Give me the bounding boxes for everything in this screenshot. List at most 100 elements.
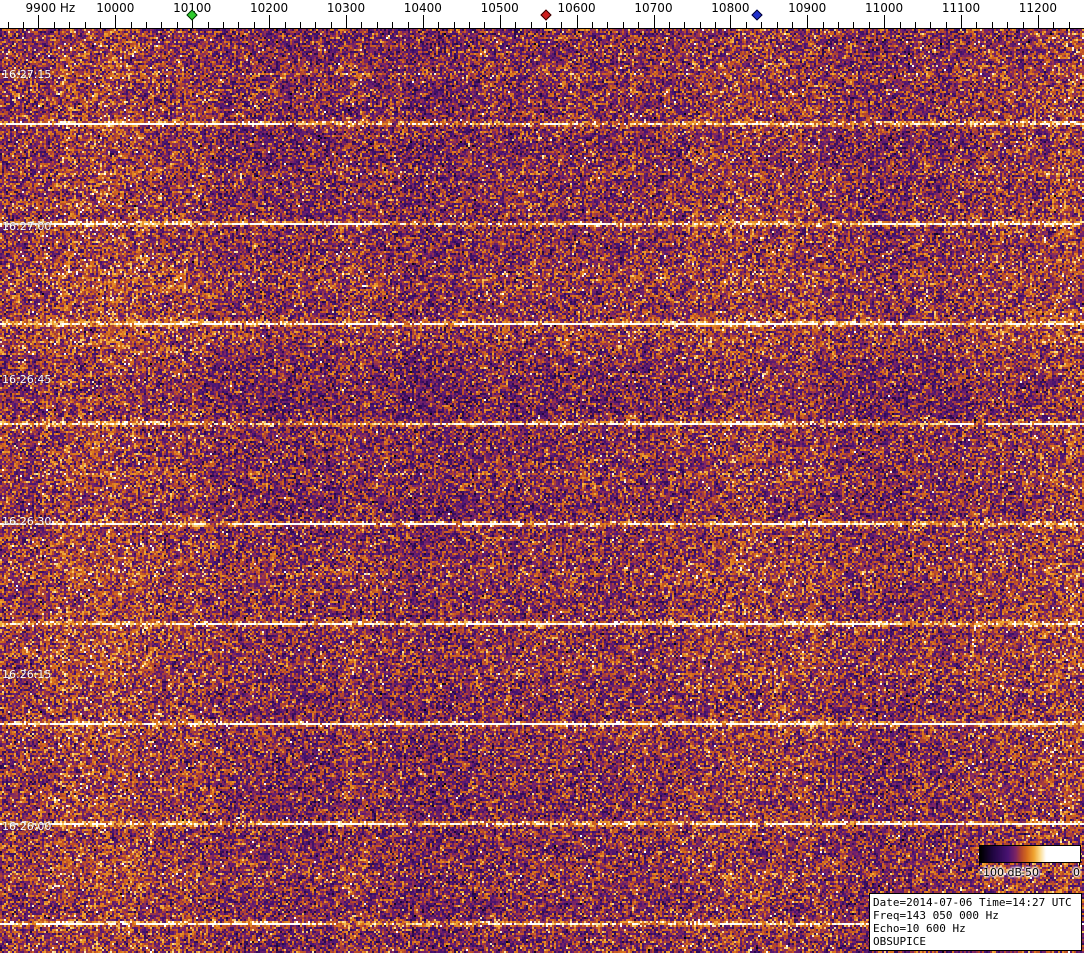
freq-tick-minor [1053,22,1055,28]
freq-tick-minor [223,22,224,28]
freq-tick-major [1037,15,1039,28]
freq-tick-minor [407,22,409,28]
freq-tick-minor [822,22,824,28]
freq-tick-minor [561,22,563,28]
freq-tick-minor [868,22,870,28]
info-line-freq: Freq=143 050 000 Hz [873,909,999,922]
freq-tick-label: 10700 [634,1,673,15]
freq-tick-minor [484,22,486,28]
freq-tick-minor [592,22,593,28]
freq-tick-minor [53,22,55,28]
freq-tick-minor [130,22,132,28]
freq-tick-major [961,15,962,28]
colorbar-label-min: -100 dB [979,866,1022,879]
freq-tick-minor [376,22,378,28]
freq-tick-minor [69,22,71,28]
freq-tick-minor [699,22,701,28]
freq-tick-label: 10500 [480,1,519,15]
freq-tick-major [499,15,501,28]
colorbar-labels: -100 dB -50 0 [979,866,1081,879]
freq-tick-label: 11000 [865,1,904,15]
freq-tick-minor [853,22,855,28]
freq-tick-minor [930,22,932,28]
freq-tick-label: 10200 [250,1,289,15]
info-line-echo: Echo=10 600 Hz [873,922,966,935]
freq-tick-minor [161,22,163,28]
freq-tick-minor [1068,22,1070,28]
freq-tick-minor [668,22,670,28]
freq-tick-minor [253,22,255,28]
frequency-axis: 9900 Hz 10000 10100 10200 10300 10400 10500 106… [0,0,1084,29]
freq-tick-minor [607,22,609,28]
freq-tick-minor [914,22,916,28]
freq-tick-label: 11200 [1018,1,1057,15]
time-label: 16:26:00 [2,820,52,833]
freq-tick-minor [99,22,101,28]
freq-tick-minor [776,22,778,28]
colorbar-label-max: 0 [1073,866,1080,879]
freq-tick-minor [23,22,25,28]
freq-tick-label: 10300 [326,1,366,15]
freq-tick-minor [1007,22,1009,28]
freq-tick-minor [299,22,301,28]
colorbar-label-mid: -50 [1021,866,1039,879]
freq-tick-minor [207,22,209,28]
freq-tick-minor [7,22,9,28]
freq-tick-minor [715,22,716,28]
time-label: 16:27:00 [2,220,52,233]
freq-tick-minor [838,22,839,28]
info-line-station: OBSUPICE [873,935,926,948]
observation-info-box: Date=2014-07-06 Time=14:27 UTC Freq=143 … [869,893,1082,951]
freq-tick-minor [745,22,747,28]
freq-tick-major [422,15,424,28]
freq-tick-minor [991,22,993,28]
freq-tick-minor [684,22,686,28]
freq-tick-label: 10000 [96,1,135,15]
info-line-date: Date=2014-07-06 Time=14:27 UTC [873,896,1072,909]
blue-marker[interactable] [751,9,763,21]
freq-tick-minor [284,22,286,28]
time-label: 16:26:30 [2,515,52,528]
freq-tick-minor [392,22,394,28]
freq-tick-minor [453,22,455,28]
freq-tick-major [730,15,732,28]
freq-tick-minor [330,22,332,28]
freq-tick-minor [976,22,978,28]
freq-tick-label: 10900 [788,1,827,15]
freq-tick-major [115,15,117,28]
freq-tick-major [38,15,40,28]
time-label: 16:26:45 [2,373,52,386]
freq-tick-minor [361,22,363,28]
time-label: 16:26:15 [2,668,52,681]
freq-tick-label: 9900 Hz [25,1,76,15]
freq-tick-minor [146,22,148,28]
freq-tick-minor [438,22,440,28]
colorbar-gradient [979,845,1081,863]
colorbar-legend: -100 dB -50 0 [979,845,1081,879]
red-marker[interactable] [540,9,552,21]
freq-tick-minor [469,22,470,28]
freq-tick-major [807,15,809,28]
freq-tick-minor [945,22,947,28]
time-label: 16:27:15 [2,68,52,81]
freq-tick-minor [515,22,517,28]
spectrogram-screen: 9900 Hz 10000 10100 10200 10300 10400 10500 106… [0,0,1084,953]
freq-tick-label: 10600 [557,1,596,15]
freq-tick-major [346,15,347,28]
freq-tick-minor [238,22,240,28]
freq-tick-label: 10400 [403,1,442,15]
freq-tick-minor [791,22,793,28]
freq-tick-minor [315,22,317,28]
freq-tick-minor [1022,22,1024,28]
freq-tick-minor [545,22,547,28]
freq-tick-label: 10800 [711,1,750,15]
freq-tick-minor [176,22,178,28]
freq-tick-minor [638,22,640,28]
freq-tick-major [576,15,578,28]
freq-tick-major [653,15,655,28]
freq-tick-minor [84,22,86,28]
freq-tick-label: 11100 [941,1,981,15]
freq-tick-major [884,15,886,28]
freq-tick-minor [761,22,763,28]
freq-tick-major [269,15,271,28]
